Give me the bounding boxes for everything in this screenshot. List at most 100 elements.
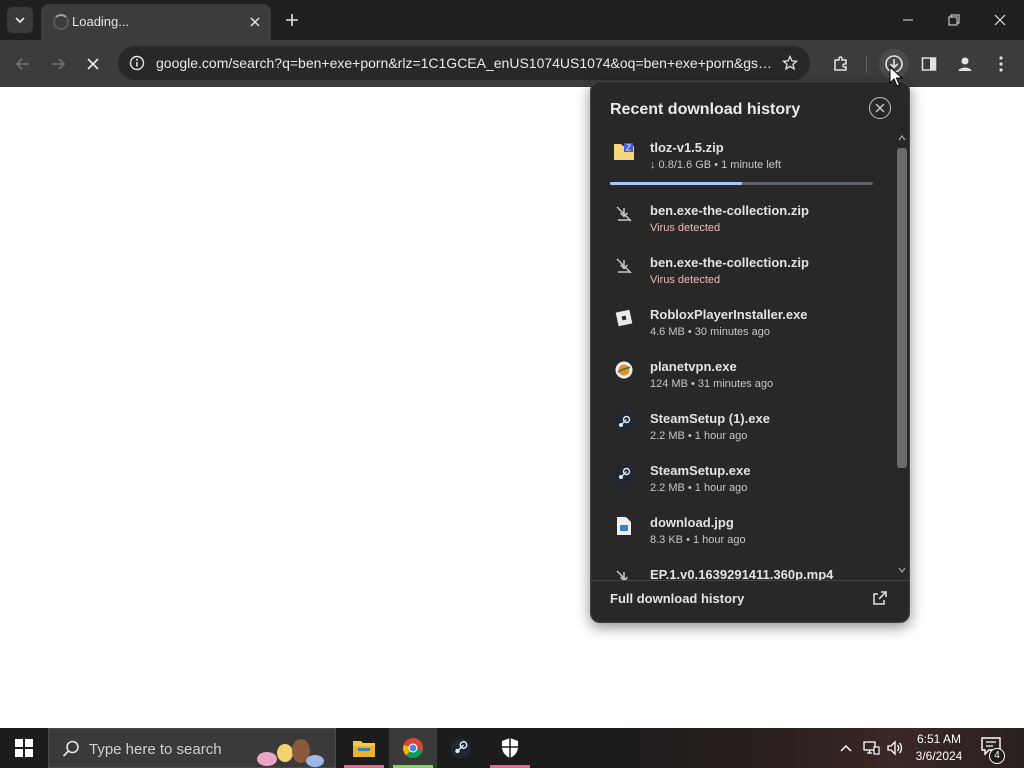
search-highlight-art-icon (257, 739, 324, 767)
close-icon (87, 58, 99, 70)
download-item[interactable]: ben.exe-the-collection.zip Virus detecte… (591, 195, 895, 247)
download-filename: ben.exe-the-collection.zip (650, 255, 809, 270)
download-filename: tloz-v1.5.zip (650, 140, 724, 155)
download-status: 8.3 KB • 1 hour ago (650, 534, 746, 546)
folder-icon (353, 741, 375, 757)
clock-time: 6:51 AM (916, 732, 962, 746)
download-item[interactable]: RobloxPlayerInstaller.exe 4.6 MB • 30 mi… (591, 299, 895, 351)
profile-button[interactable] (950, 49, 980, 79)
taskbar-search-placeholder: Type here to search (89, 741, 222, 758)
taskbar-clock[interactable]: 6:51 AM 3/6/2024 (906, 731, 972, 765)
download-filename: RobloxPlayerInstaller.exe (650, 307, 808, 322)
loading-spinner-icon (53, 14, 69, 30)
download-list-scrollbar[interactable] (895, 132, 909, 580)
bookmark-star-icon[interactable] (780, 53, 800, 73)
restore-icon (948, 14, 960, 26)
tab-strip: Loading... (0, 0, 1024, 40)
start-button[interactable] (0, 728, 48, 768)
svg-text:Z: Z (626, 144, 631, 153)
extensions-button[interactable] (826, 49, 856, 79)
puzzle-piece-icon (834, 56, 847, 71)
download-status: ↓ 0.8/1.6 GB • 1 minute left (650, 159, 782, 171)
side-panel-button[interactable] (914, 49, 944, 79)
download-blocked-icon (613, 203, 635, 225)
download-filename: download.jpg (650, 515, 734, 530)
scrollbar-thumb[interactable] (897, 148, 907, 468)
steam-icon (451, 738, 471, 758)
download-status: 2.2 MB • 1 hour ago (650, 430, 748, 442)
download-status: 4.6 MB • 30 minutes ago (650, 326, 771, 338)
download-item[interactable]: EP.1.v0.1639291411.360p.mp4 (591, 559, 895, 580)
forward-button[interactable] (43, 49, 73, 79)
download-filename: EP.1.v0.1639291411.360p.mp4 (650, 567, 834, 580)
download-item[interactable]: SteamSetup (1).exe 2.2 MB • 1 hour ago (591, 403, 895, 455)
side-panel-icon (921, 57, 937, 71)
mouse-cursor-icon (889, 66, 903, 87)
taskbar-file-explorer[interactable] (340, 728, 388, 768)
window-close-button[interactable] (977, 4, 1023, 36)
download-bubble-title: Recent download history (610, 101, 801, 118)
download-item[interactable]: download.jpg 8.3 KB • 1 hour ago (591, 507, 895, 559)
planetvpn-icon (613, 359, 635, 381)
windows-logo-icon (15, 739, 33, 757)
chevron-up-icon[interactable] (898, 134, 906, 142)
download-filename: ben.exe-the-collection.zip (650, 203, 809, 218)
zip-folder-icon: Z (613, 140, 635, 162)
close-icon (250, 17, 260, 27)
plus-icon (286, 14, 298, 26)
close-icon (994, 14, 1006, 26)
new-tab-button[interactable] (280, 8, 304, 32)
minimize-icon (903, 19, 913, 21)
clock-date: 3/6/2024 (915, 749, 963, 763)
arrow-right-icon (52, 58, 66, 70)
download-status: 2.2 MB • 1 hour ago (650, 482, 748, 494)
download-status: 124 MB • 31 minutes ago (650, 378, 774, 390)
notification-count-badge: 4 (989, 748, 1005, 764)
download-bubble-close-button[interactable] (869, 97, 891, 119)
open-in-new-icon[interactable] (871, 589, 889, 607)
arrow-left-icon (15, 58, 29, 70)
volume-icon[interactable] (885, 738, 905, 758)
tray-overflow-chevron-icon[interactable] (836, 738, 856, 758)
full-download-history-row[interactable]: Full download history (591, 580, 909, 622)
network-icon[interactable] (861, 738, 881, 758)
tab-close-button[interactable] (245, 12, 265, 32)
site-info-icon[interactable] (128, 54, 146, 72)
kebab-menu-icon (999, 56, 1003, 72)
minimize-button[interactable] (885, 4, 931, 36)
download-filename: SteamSetup.exe (650, 463, 751, 478)
address-bar[interactable]: google.com/search?q=ben+exe+porn&rlz=1C1… (118, 46, 810, 80)
stop-loading-button[interactable] (78, 49, 108, 79)
full-download-history-link[interactable]: Full download history (610, 591, 744, 606)
close-icon (875, 103, 885, 113)
download-list: Z tloz-v1.5.zip ↓ 0.8/1.6 GB • 1 minute … (591, 132, 895, 580)
download-progress-bar (610, 182, 873, 185)
download-blocked-icon (613, 255, 635, 277)
taskbar-search-box[interactable]: Type here to search (48, 728, 336, 768)
download-item[interactable]: ben.exe-the-collection.zip Virus detecte… (591, 247, 895, 299)
taskbar-steam[interactable] (437, 728, 485, 768)
url-text[interactable]: google.com/search?q=ben+exe+porn&rlz=1C1… (156, 55, 776, 71)
steam-icon (613, 463, 635, 485)
download-filename: SteamSetup (1).exe (650, 411, 770, 426)
image-file-icon (613, 515, 635, 537)
download-item[interactable]: Z tloz-v1.5.zip ↓ 0.8/1.6 GB • 1 minute … (591, 132, 895, 185)
download-item[interactable]: planetvpn.exe 124 MB • 31 minutes ago (591, 351, 895, 403)
download-bubble: Recent download history Z tloz-v1.5.zip … (590, 81, 910, 623)
browser-toolbar: google.com/search?q=ben+exe+porn&rlz=1C1… (0, 40, 1024, 87)
taskbar-security[interactable] (486, 728, 534, 768)
taskbar-chrome[interactable] (389, 728, 437, 768)
menu-button[interactable] (986, 49, 1016, 79)
tab-search-button[interactable] (7, 7, 33, 33)
chevron-down-icon[interactable] (898, 566, 906, 574)
download-item[interactable]: SteamSetup.exe 2.2 MB • 1 hour ago (591, 455, 895, 507)
search-icon (62, 740, 79, 757)
restore-button[interactable] (931, 4, 977, 36)
download-status: Virus detected (650, 222, 721, 234)
chrome-icon (402, 738, 423, 759)
windows-taskbar: Type here to search 6:51 AM 3/6/2024 4 (0, 728, 1024, 768)
back-button[interactable] (8, 49, 38, 79)
tab-title: Loading... (72, 14, 130, 29)
tab-active[interactable]: Loading... (41, 4, 271, 40)
download-progress-fill (610, 182, 742, 185)
